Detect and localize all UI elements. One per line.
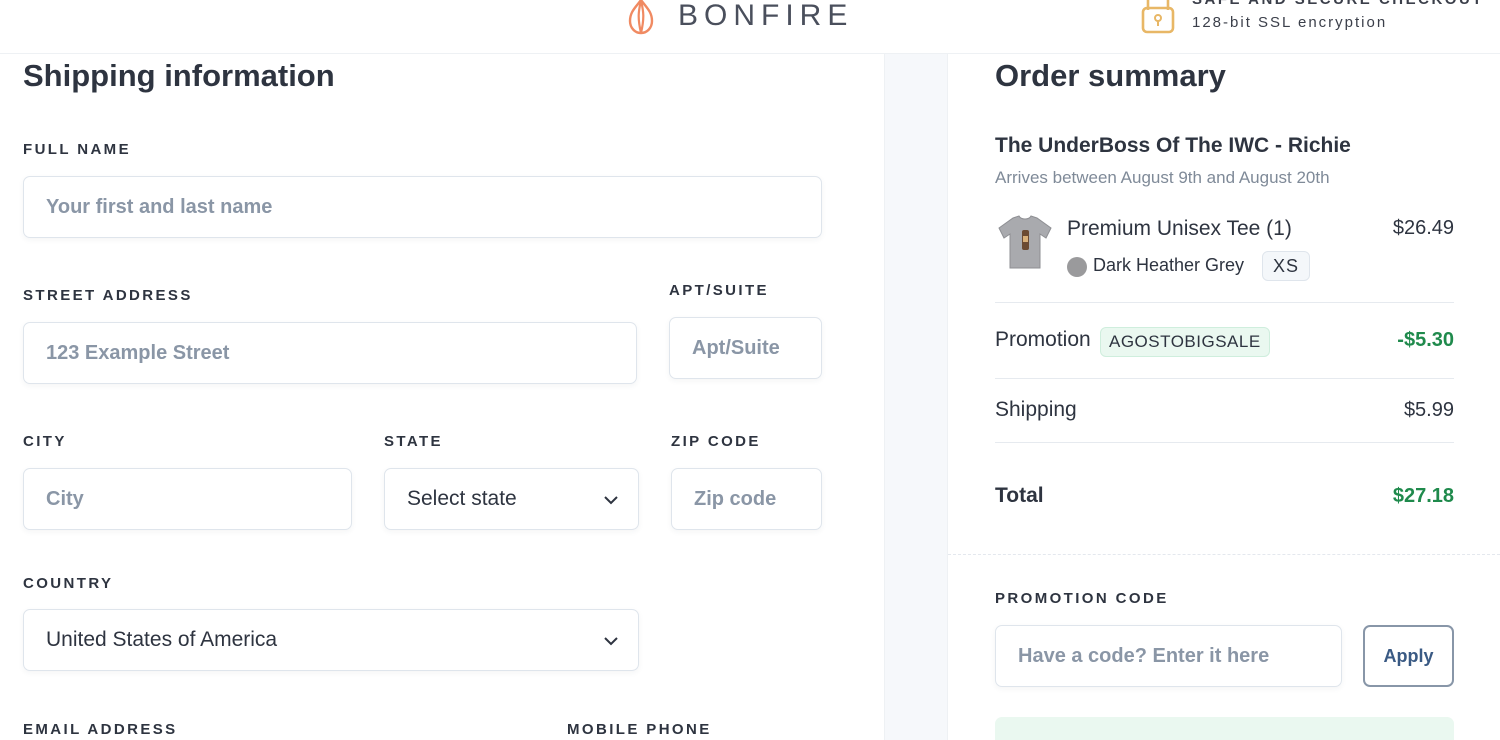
full-name-label: FULL NAME xyxy=(23,141,131,158)
promotion-code-field xyxy=(995,625,1342,687)
column-gutter xyxy=(884,54,948,740)
item-price: $26.49 xyxy=(1392,217,1454,239)
site-header: BONFIRE SAFE AND SECURE CHECKOUT 128-bit… xyxy=(0,0,1500,54)
mobile-phone-label: MOBILE PHONE xyxy=(567,721,712,738)
secure-checkout-badge: SAFE AND SECURE CHECKOUT 128-bit SSL enc… xyxy=(1140,0,1484,36)
full-name-input[interactable] xyxy=(24,177,821,237)
order-summary-title: Order summary xyxy=(995,58,1226,93)
total-amount: $27.18 xyxy=(1392,485,1454,507)
country-label: COUNTRY xyxy=(23,575,114,592)
state-label: STATE xyxy=(384,433,443,450)
promo-code-badge: AGOSTOBIGSALE xyxy=(1100,327,1270,357)
city-field xyxy=(23,468,352,530)
tshirt-thumbnail-icon xyxy=(998,215,1052,269)
total-label: Total xyxy=(995,484,1044,507)
brand-logo[interactable]: BONFIRE xyxy=(622,0,853,36)
street-address-field xyxy=(23,322,637,384)
state-selected-value: Select state xyxy=(407,487,517,510)
promo-banner xyxy=(995,717,1454,740)
color-name: Dark Heather Grey xyxy=(1093,255,1245,275)
divider xyxy=(995,378,1454,379)
product-title: The UnderBoss Of The IWC - Richie xyxy=(995,134,1351,157)
apt-suite-input[interactable] xyxy=(670,318,821,378)
item-name: Premium Unisex Tee (1) xyxy=(1067,217,1292,240)
chevron-down-icon xyxy=(604,496,618,505)
dashed-divider xyxy=(948,554,1500,555)
size-badge: XS xyxy=(1262,251,1311,281)
shipping-label: Shipping xyxy=(995,398,1077,421)
brand-name: BONFIRE xyxy=(678,0,854,32)
zip-code-input[interactable] xyxy=(672,469,821,529)
city-label: CITY xyxy=(23,433,67,450)
secure-title: SAFE AND SECURE CHECKOUT xyxy=(1192,0,1484,8)
zip-code-field xyxy=(671,468,822,530)
shipping-title: Shipping information xyxy=(23,58,335,93)
country-select[interactable]: United States of America xyxy=(23,609,639,671)
city-input[interactable] xyxy=(24,469,351,529)
promotion-code-input[interactable] xyxy=(996,626,1341,686)
zip-code-label: ZIP CODE xyxy=(671,433,761,450)
country-selected-value: United States of America xyxy=(46,628,278,651)
apt-suite-field xyxy=(669,317,822,379)
street-address-label: STREET ADDRESS xyxy=(23,287,193,304)
divider xyxy=(995,442,1454,443)
divider xyxy=(995,302,1454,303)
street-address-input[interactable] xyxy=(24,323,636,383)
flame-logo-icon xyxy=(628,0,654,35)
lock-icon xyxy=(1141,0,1175,34)
secure-subtitle: 128-bit SSL encryption xyxy=(1192,14,1388,31)
chevron-down-icon xyxy=(604,637,618,646)
promotion-amount: -$5.30 xyxy=(1397,329,1454,351)
apt-suite-label: APT/SUITE xyxy=(669,282,769,299)
promotion-label: Promotion xyxy=(995,328,1091,351)
shipping-amount: $5.99 xyxy=(1403,399,1454,421)
state-select[interactable]: Select state xyxy=(384,468,639,530)
apply-button[interactable]: Apply xyxy=(1363,625,1454,687)
delivery-estimate: Arrives between August 9th and August 20… xyxy=(995,168,1330,187)
promotion-code-label: PROMOTION CODE xyxy=(995,590,1169,607)
email-label: EMAIL ADDRESS xyxy=(23,721,178,738)
full-name-field xyxy=(23,176,822,238)
color-swatch xyxy=(1067,257,1087,277)
